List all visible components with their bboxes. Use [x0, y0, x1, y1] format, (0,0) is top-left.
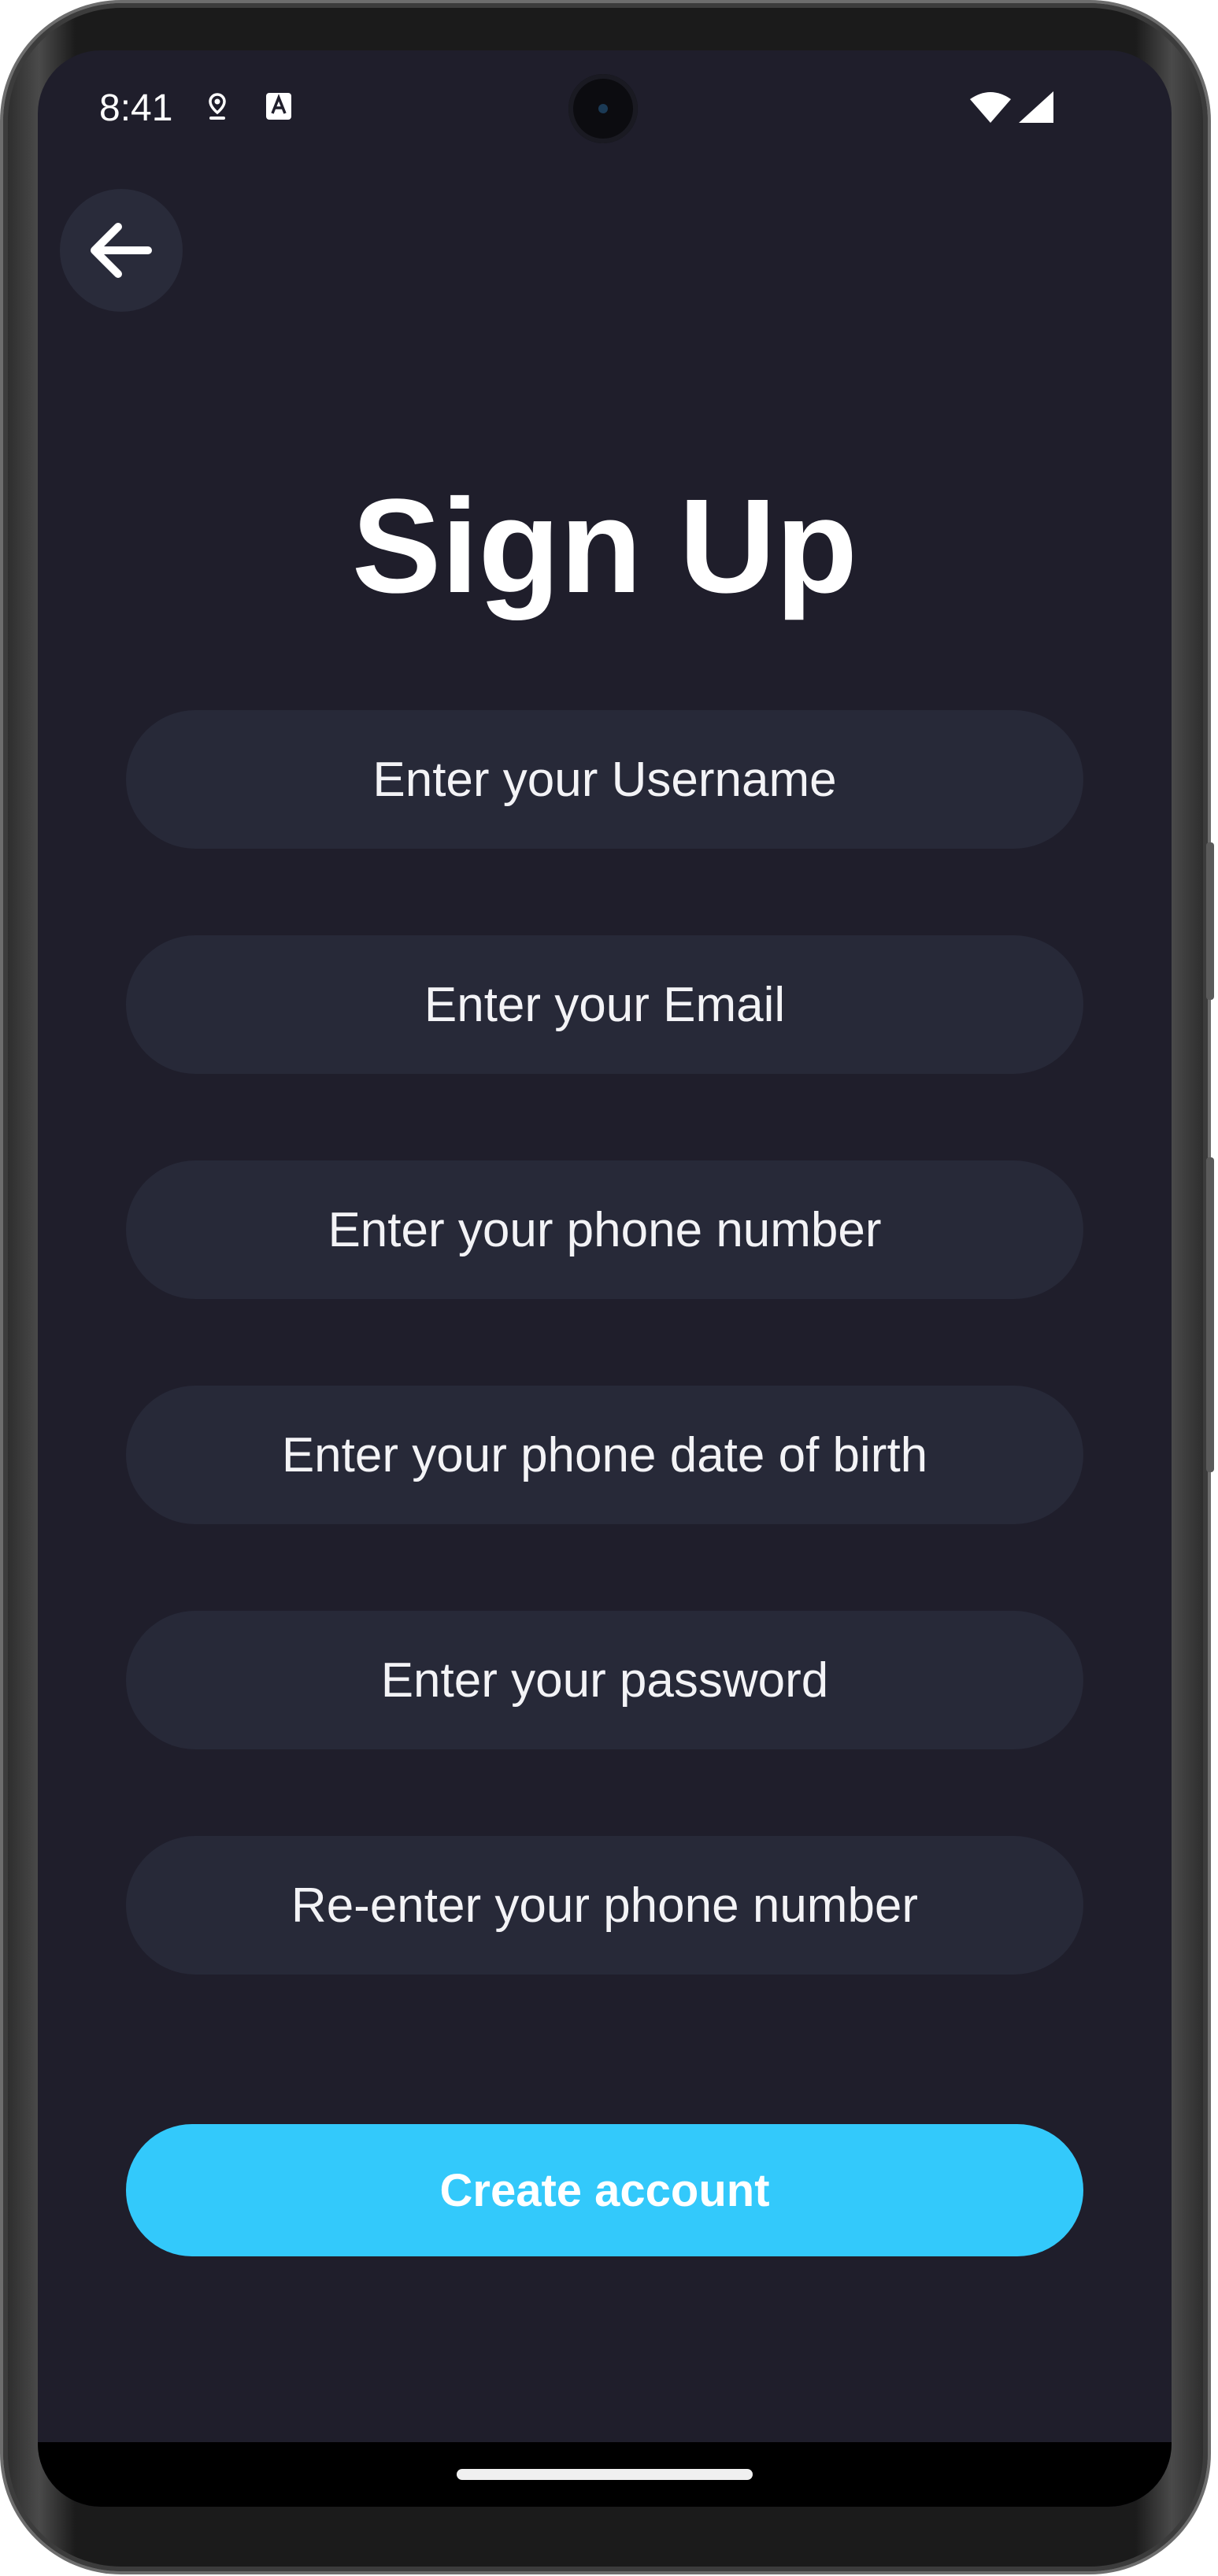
- email-input[interactable]: [126, 935, 1083, 1075]
- system-nav-bar: [38, 2442, 1172, 2507]
- power-button: [1206, 1157, 1214, 1472]
- dob-field[interactable]: [126, 1385, 1083, 1525]
- dob-input[interactable]: [126, 1385, 1083, 1525]
- arrow-left-icon: [91, 223, 152, 278]
- home-indicator[interactable]: [457, 2469, 753, 2480]
- phone-field[interactable]: [126, 1160, 1083, 1300]
- app-screen: 8:41 Sign Up Enter your Username Enter y…: [38, 50, 1172, 2507]
- password-input[interactable]: [126, 1610, 1083, 1750]
- username-field[interactable]: [126, 709, 1083, 849]
- page-title: Sign Up: [351, 472, 858, 621]
- reenter-input[interactable]: [126, 1835, 1083, 1975]
- username-input[interactable]: [126, 709, 1083, 849]
- pin-icon: [203, 91, 231, 123]
- back-button[interactable]: [60, 189, 183, 312]
- status-bar: 8:41: [38, 50, 1172, 168]
- password-field[interactable]: [126, 1610, 1083, 1750]
- create-account-button[interactable]: Create account: [126, 2124, 1083, 2256]
- reenter-field[interactable]: [126, 1835, 1083, 1975]
- volume-button: [1206, 842, 1214, 1000]
- phone-input[interactable]: [126, 1160, 1083, 1300]
- signal-icon: [1017, 91, 1055, 123]
- a-keyboard-icon: [265, 91, 293, 123]
- front-camera: [568, 74, 638, 143]
- wifi-icon: [968, 91, 1013, 123]
- email-field[interactable]: [126, 935, 1083, 1075]
- status-time: 8:41: [99, 87, 173, 129]
